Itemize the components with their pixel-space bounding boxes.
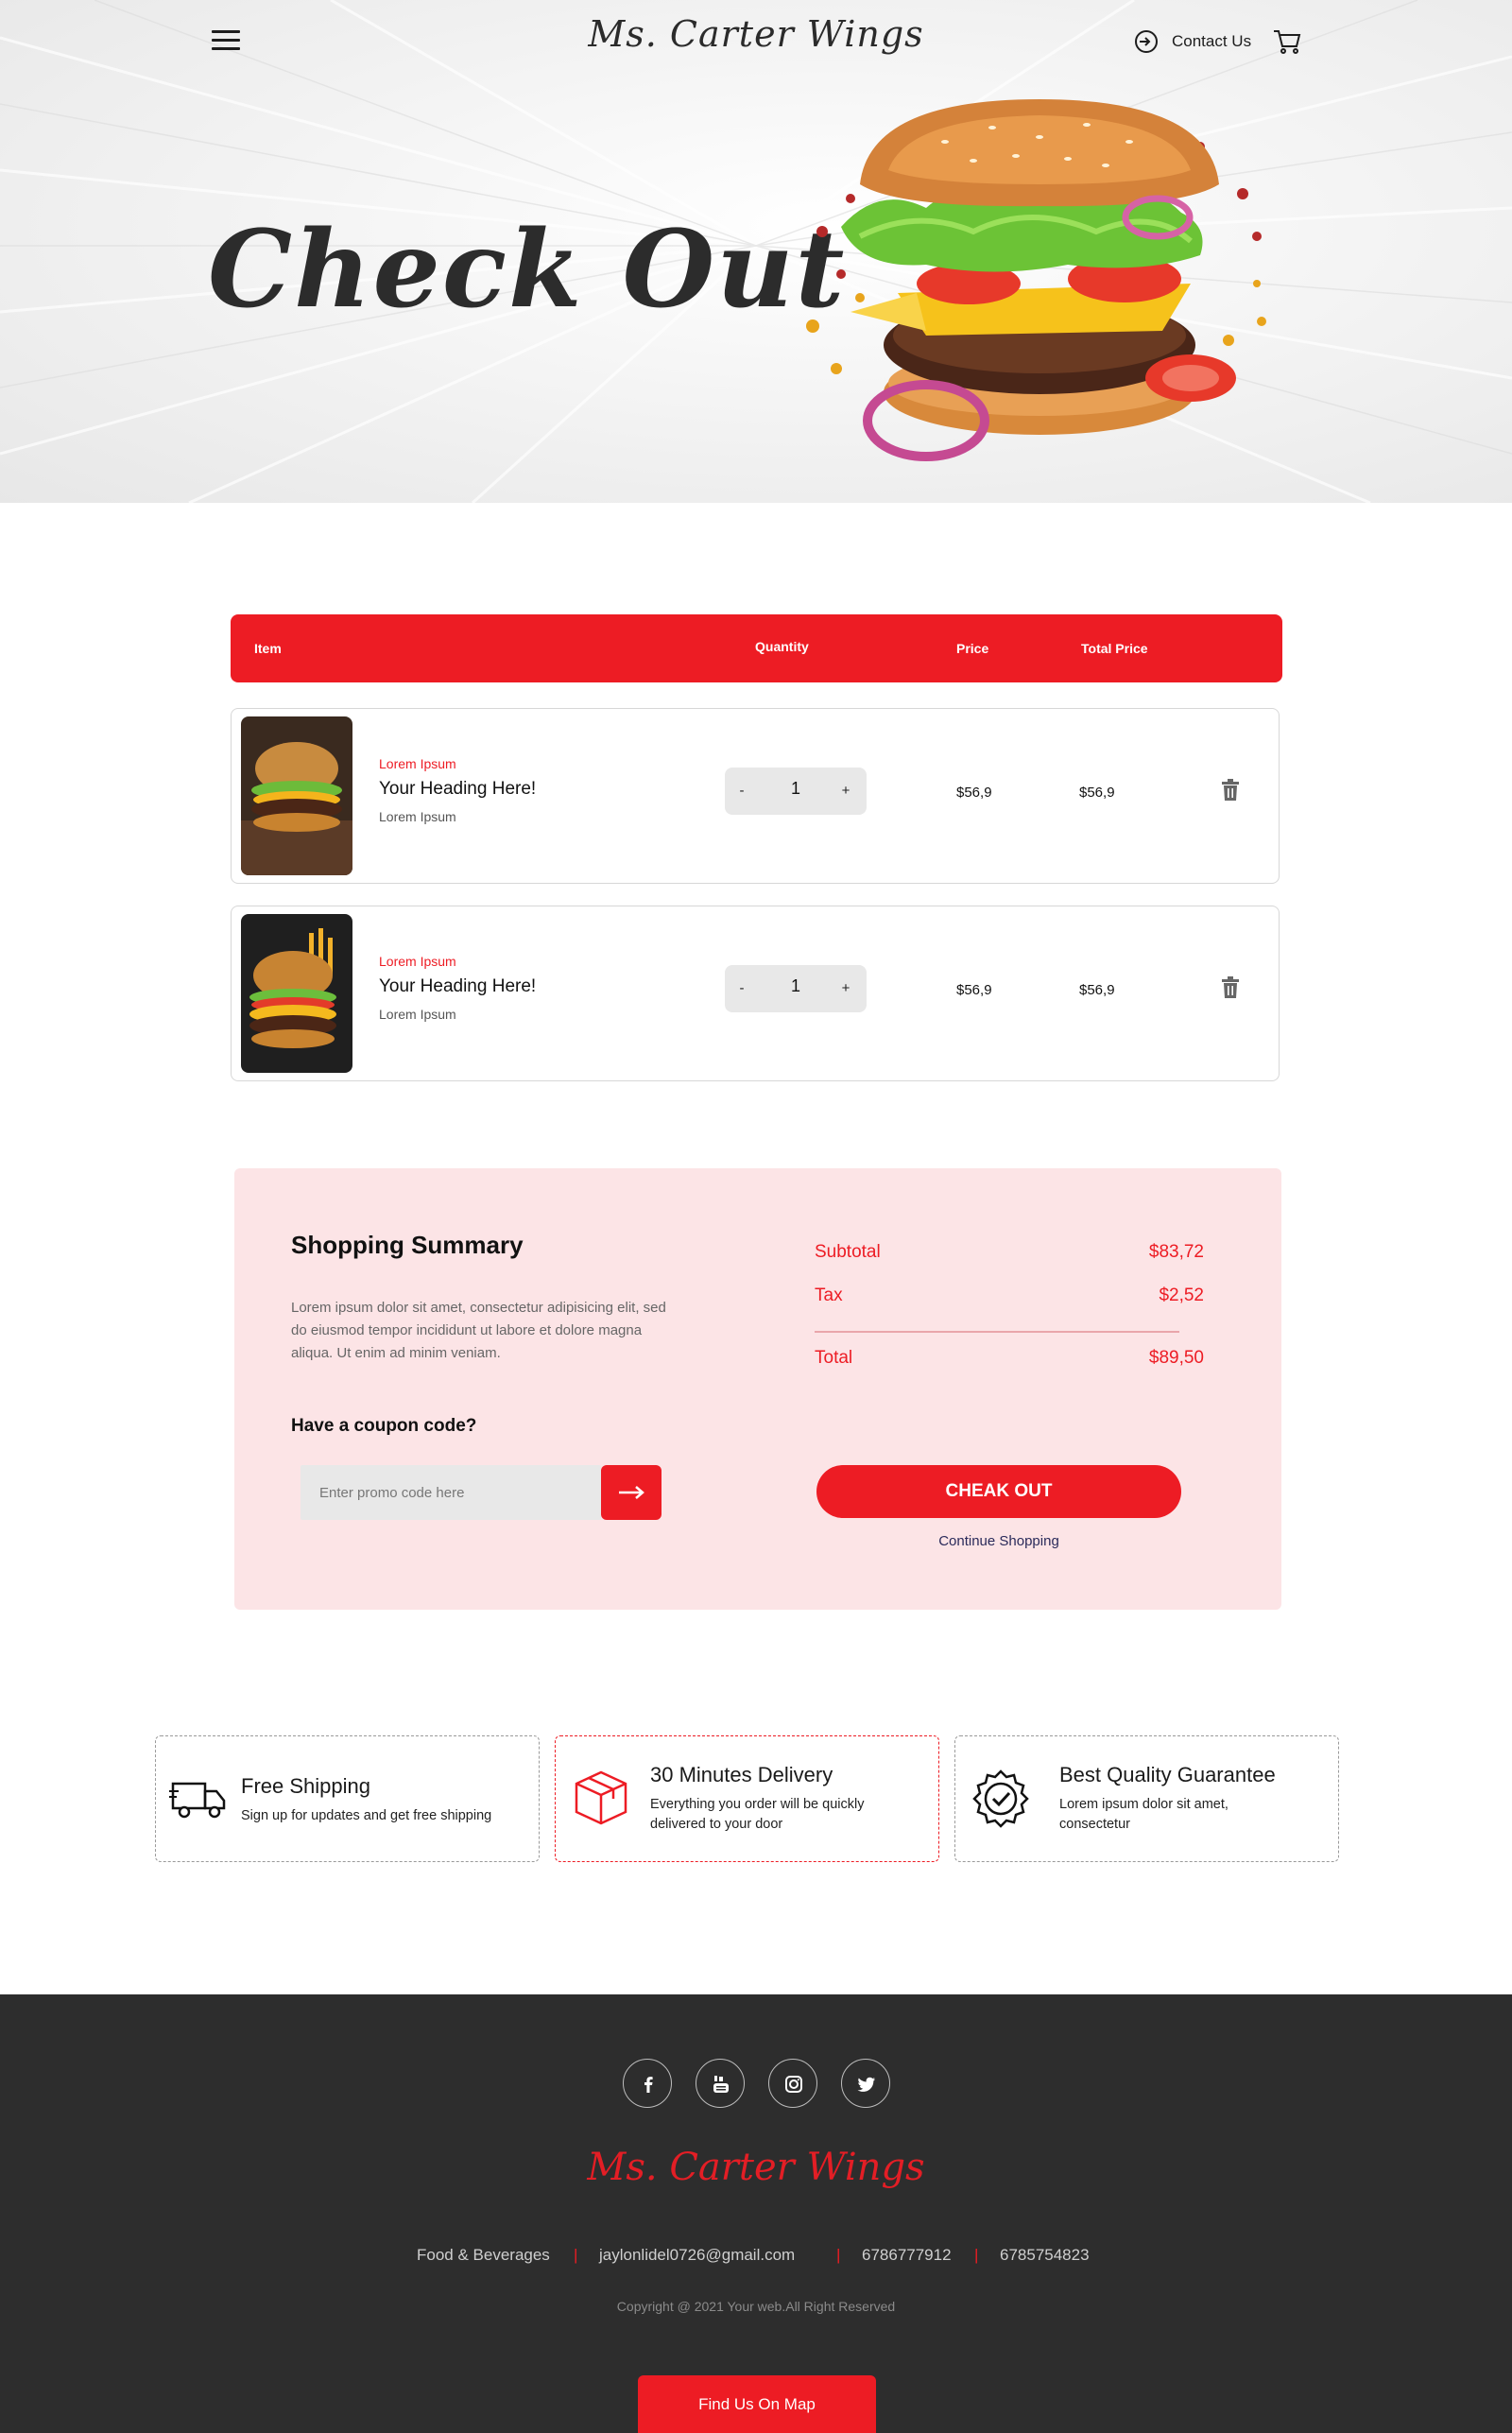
summary-title: Shopping Summary — [291, 1231, 524, 1259]
product-thumbnail[interactable] — [241, 716, 352, 875]
quality-badge-icon — [972, 1769, 1029, 1828]
quantity-stepper: - 1 + — [725, 768, 867, 815]
checkout-button[interactable]: CHEAK OUT — [816, 1465, 1181, 1518]
hamburger-menu-icon[interactable] — [212, 28, 242, 53]
contact-us-label: Contact Us — [1172, 32, 1252, 50]
footer-separator: | — [974, 2246, 979, 2264]
copyright-text: Copyright @ 2021 Your web.All Right Rese… — [616, 2299, 896, 2314]
twitter-icon[interactable] — [841, 2059, 890, 2108]
shopping-cart-icon[interactable] — [1272, 26, 1302, 57]
footer-category: Food & Beverages — [417, 2246, 550, 2264]
sign-in-icon — [1135, 30, 1158, 53]
site-footer: Ms. Carter Wings Food & Beverages | jayl… — [0, 1994, 1512, 2433]
promo-code-input[interactable] — [301, 1465, 601, 1520]
quantity-stepper: - 1 + — [725, 965, 867, 1012]
facebook-icon[interactable] — [623, 2059, 672, 2108]
package-box-icon — [575, 1770, 627, 1825]
item-price: $56,9 — [956, 982, 992, 998]
trash-icon[interactable] — [1221, 976, 1240, 999]
footer-phone-1[interactable]: 6786777912 — [862, 2246, 952, 2265]
cart-row: Lorem Ipsum Your Heading Here! Lorem Ips… — [231, 906, 1280, 1081]
column-item: Item — [254, 641, 282, 656]
delivery-truck-icon — [169, 1782, 226, 1819]
item-category: Lorem Ipsum — [379, 756, 456, 771]
feature-title: Best Quality Guarantee — [1059, 1763, 1276, 1786]
column-total-price: Total Price — [1081, 641, 1148, 656]
increase-quantity-button[interactable]: + — [834, 780, 857, 802]
cart-table-header: Item Quantity Price Total Price — [231, 614, 1282, 682]
footer-brand-logo[interactable]: Ms. Carter Wings — [567, 2146, 945, 2189]
feature-fast-delivery: 30 Minutes Delivery Everything you order… — [555, 1735, 939, 1862]
instagram-icon[interactable] — [768, 2059, 817, 2108]
increase-quantity-button[interactable]: + — [834, 977, 857, 1000]
quantity-value: 1 — [790, 976, 800, 995]
arrow-right-icon — [619, 1486, 644, 1499]
burger-hero-image — [806, 99, 1266, 461]
feature-title: Free Shipping — [241, 1774, 370, 1798]
item-subtitle: Lorem Ipsum — [379, 809, 456, 824]
page-title: Check Out — [208, 208, 847, 332]
tax-label: Tax — [815, 1286, 843, 1305]
column-price: Price — [956, 641, 989, 656]
summary-divider — [815, 1331, 1179, 1333]
trash-icon[interactable] — [1221, 779, 1240, 802]
item-title: Your Heading Here! — [379, 779, 537, 799]
summary-description: Lorem ipsum dolor sit amet, consectetur … — [291, 1300, 666, 1361]
tax-value: $2,52 — [1159, 1286, 1204, 1305]
product-thumbnail[interactable] — [241, 914, 352, 1073]
coupon-label: Have a coupon code? — [291, 1416, 477, 1436]
feature-text: Sign up for updates and get free shippin… — [241, 1808, 492, 1823]
feature-text: Everything you order will be quickly del… — [650, 1797, 865, 1832]
footer-contact-info: Food & Beverages | jaylonlidel0726@gmail… — [0, 2246, 1512, 2269]
decrease-quantity-button[interactable]: - — [730, 780, 753, 802]
item-subtitle: Lorem Ipsum — [379, 1007, 456, 1022]
quantity-value: 1 — [790, 779, 800, 798]
feature-free-shipping: Free Shipping Sign up for updates and ge… — [155, 1735, 540, 1862]
feature-title: 30 Minutes Delivery — [650, 1763, 833, 1786]
item-category: Lorem Ipsum — [379, 954, 456, 969]
decrease-quantity-button[interactable]: - — [730, 977, 753, 1000]
subtotal-label: Subtotal — [815, 1242, 881, 1262]
shopping-summary-panel: Shopping Summary Lorem ipsum dolor sit a… — [234, 1168, 1281, 1610]
footer-email[interactable]: jaylonlidel0726@gmail.com — [599, 2246, 795, 2265]
total-value: $89,50 — [1148, 1348, 1204, 1368]
item-total-price: $56,9 — [1079, 785, 1115, 801]
cart-row: Lorem Ipsum Your Heading Here! Lorem Ips… — [231, 708, 1280, 884]
feature-quality-guarantee: Best Quality Guarantee Lorem ipsum dolor… — [954, 1735, 1339, 1862]
column-quantity: Quantity — [755, 639, 809, 654]
brand-logo[interactable]: Ms. Carter Wings — [567, 13, 945, 55]
youtube-icon[interactable] — [696, 2059, 745, 2108]
contact-us-link[interactable]: Contact Us — [1134, 26, 1251, 57]
total-label: Total — [815, 1348, 853, 1368]
hero-banner: Ms. Carter Wings Contact Us Check Out — [0, 0, 1512, 503]
item-title: Your Heading Here! — [379, 976, 537, 996]
item-price: $56,9 — [956, 785, 992, 801]
find-us-on-map-button[interactable]: Find Us On Map — [638, 2375, 876, 2433]
item-total-price: $56,9 — [1079, 982, 1115, 998]
continue-shopping-link[interactable]: Continue Shopping — [816, 1533, 1181, 1549]
apply-promo-button[interactable] — [601, 1465, 662, 1520]
subtotal-value: $83,72 — [1148, 1242, 1204, 1262]
footer-separator: | — [574, 2246, 578, 2264]
footer-phone-2[interactable]: 6785754823 — [1000, 2246, 1090, 2265]
footer-separator: | — [836, 2246, 841, 2264]
feature-text: Lorem ipsum dolor sit amet, consectetur — [1059, 1797, 1228, 1832]
